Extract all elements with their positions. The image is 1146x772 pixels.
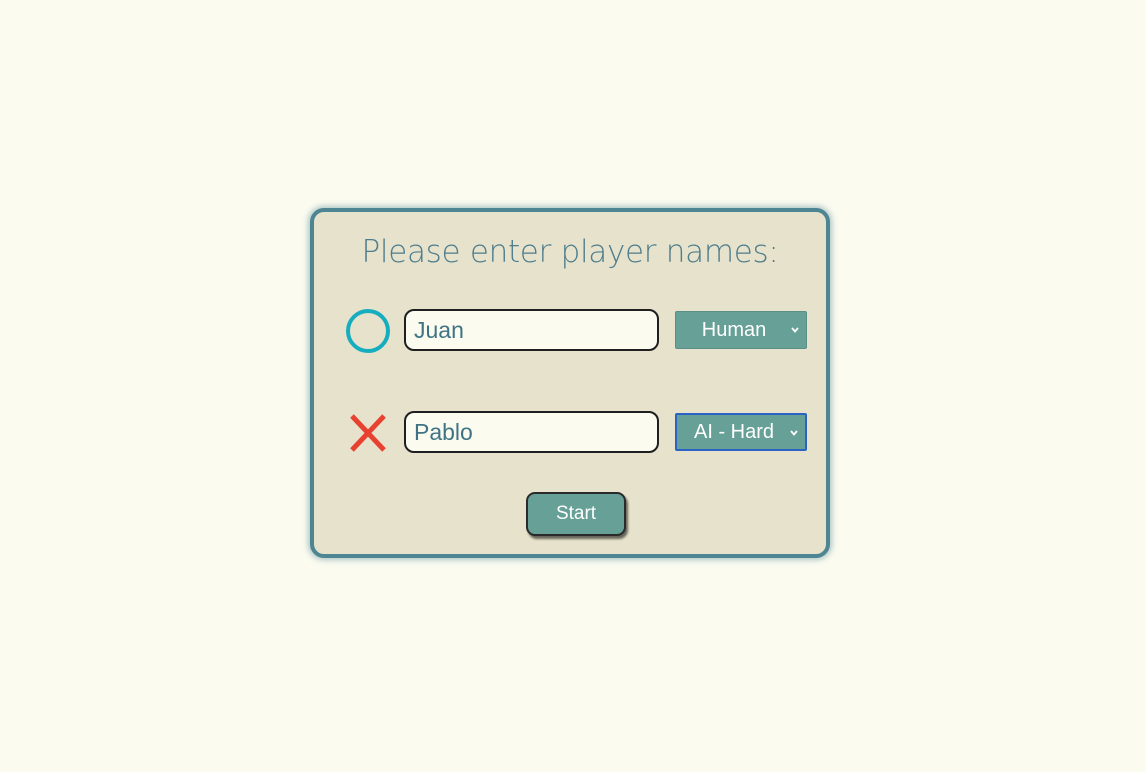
circle-o-icon bbox=[346, 309, 390, 353]
chevron-down-icon bbox=[791, 327, 799, 333]
player-row-o: Human bbox=[344, 308, 814, 354]
cross-x-icon bbox=[350, 414, 386, 452]
start-button[interactable]: Start bbox=[526, 492, 626, 536]
player-setup-dialog: Please enter player names: Human AI - Ha… bbox=[310, 208, 830, 558]
player-two-name-input[interactable] bbox=[404, 411, 659, 453]
chevron-down-icon bbox=[790, 430, 798, 436]
dialog-title: Please enter player names: bbox=[361, 234, 779, 270]
player-two-type-value: AI - Hard bbox=[693, 420, 775, 443]
player-row-x: AI - Hard bbox=[344, 410, 814, 456]
player-one-name-input[interactable] bbox=[404, 309, 659, 351]
player-two-type-select[interactable]: AI - Hard bbox=[675, 413, 807, 451]
player-one-type-value: Human bbox=[701, 318, 767, 341]
player-one-type-select[interactable]: Human bbox=[675, 311, 807, 349]
